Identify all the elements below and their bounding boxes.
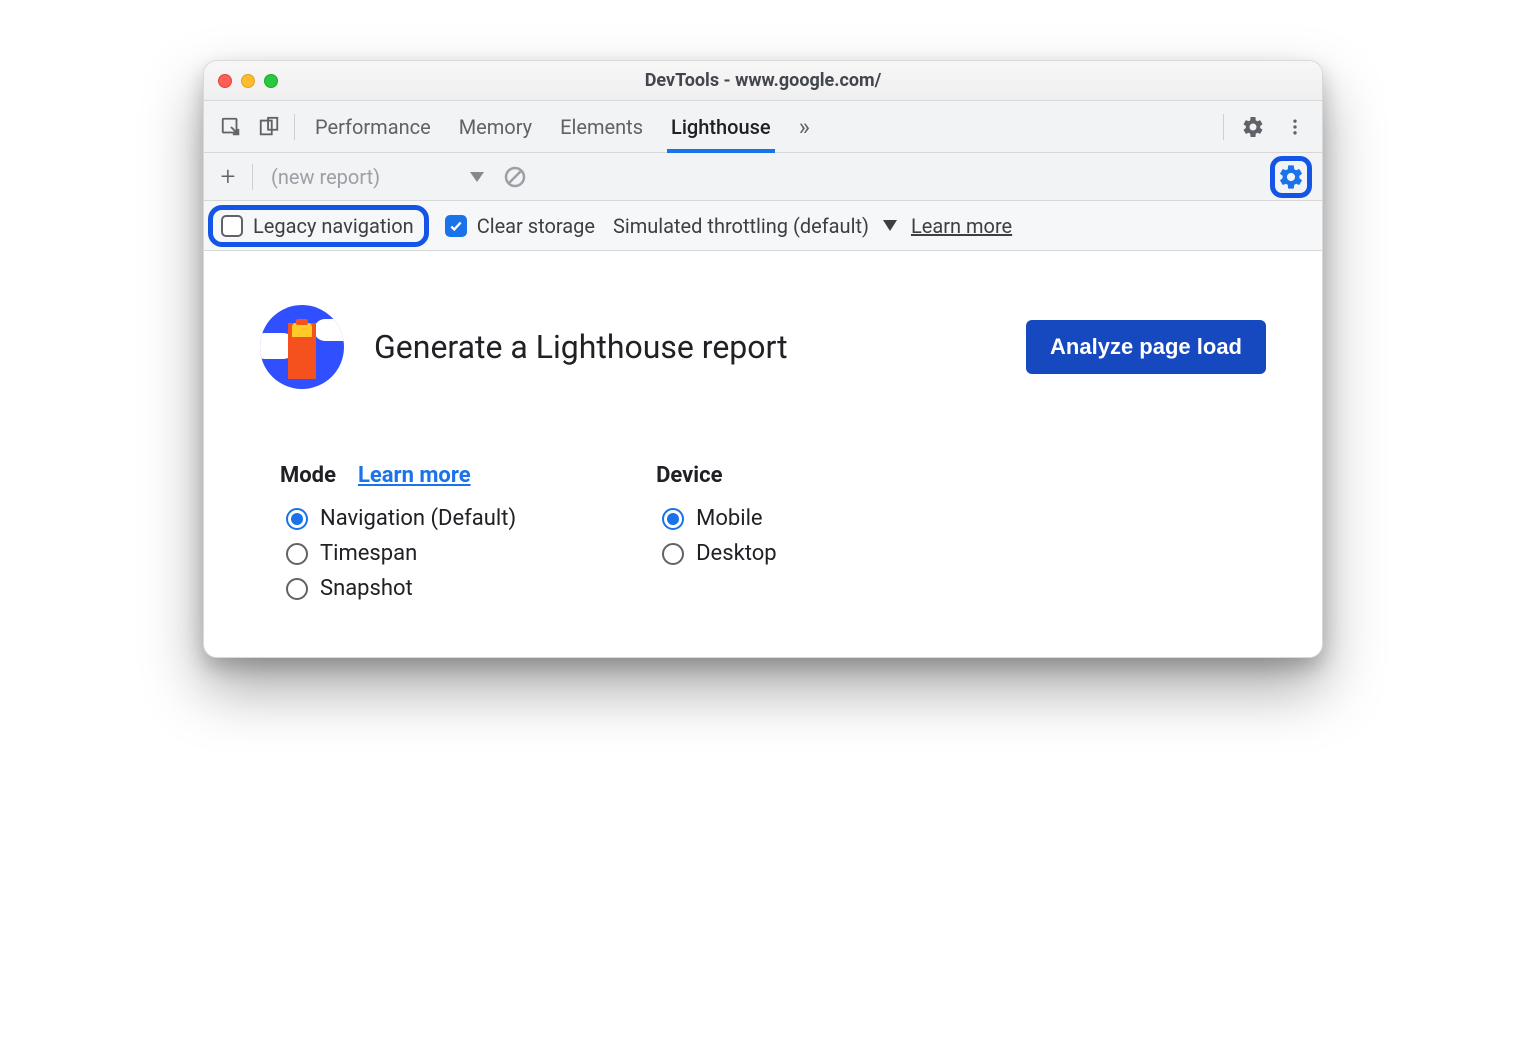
mode-learn-more-link[interactable]: Learn more: [358, 463, 471, 488]
lighthouse-settings-highlight: [1270, 156, 1312, 198]
more-tabs-icon[interactable]: »: [799, 101, 810, 152]
legacy-navigation-highlight: Legacy navigation: [208, 205, 429, 247]
mode-group: Mode Learn more Navigation (Default) Tim…: [280, 463, 516, 609]
lighthouse-settings-icon[interactable]: [1277, 163, 1305, 191]
mode-option-snapshot[interactable]: Snapshot: [286, 576, 516, 601]
device-group: Device Mobile Desktop: [656, 463, 777, 609]
zoom-window-icon[interactable]: [264, 74, 278, 88]
report-select[interactable]: (new report): [265, 165, 490, 189]
chevron-down-icon: [883, 220, 897, 231]
device-option-mobile[interactable]: Mobile: [662, 506, 777, 531]
throttling-label: Simulated throttling (default): [613, 214, 869, 238]
clear-icon[interactable]: [496, 158, 534, 196]
close-window-icon[interactable]: [218, 74, 232, 88]
radio-icon: [662, 543, 684, 565]
window-title: DevTools - www.google.com/: [204, 70, 1322, 91]
radio-icon: [286, 508, 308, 530]
learn-more-link[interactable]: Learn more: [911, 214, 1012, 238]
clear-storage-label: Clear storage: [477, 214, 595, 238]
devtools-window: DevTools - www.google.com/ Performance M…: [203, 60, 1323, 658]
device-option-desktop[interactable]: Desktop: [662, 541, 777, 566]
mode-option-label: Navigation (Default): [320, 506, 516, 531]
mode-option-label: Snapshot: [320, 576, 413, 601]
mode-option-label: Timespan: [320, 541, 417, 566]
mode-option-navigation[interactable]: Navigation (Default): [286, 506, 516, 531]
divider: [252, 164, 253, 190]
radio-icon: [662, 508, 684, 530]
tab-lighthouse[interactable]: Lighthouse: [671, 101, 771, 152]
legacy-navigation-checkbox[interactable]: [221, 215, 243, 237]
device-title: Device: [656, 463, 722, 488]
tab-elements[interactable]: Elements: [560, 101, 643, 152]
device-option-label: Desktop: [696, 541, 777, 566]
device-option-label: Mobile: [696, 506, 762, 531]
lighthouse-panel: Generate a Lighthouse report Analyze pag…: [204, 251, 1322, 657]
tab-memory[interactable]: Memory: [459, 101, 532, 152]
divider: [1223, 114, 1224, 140]
settings-gear-icon[interactable]: [1234, 108, 1272, 146]
analyze-page-load-button[interactable]: Analyze page load: [1026, 320, 1266, 374]
main-toolbar: Performance Memory Elements Lighthouse »: [204, 101, 1322, 153]
panel-title: Generate a Lighthouse report: [374, 328, 996, 366]
new-report-icon[interactable]: +: [210, 162, 246, 192]
lighthouse-options-bar: Legacy navigation Clear storage Simulate…: [204, 201, 1322, 251]
tab-performance[interactable]: Performance: [315, 101, 431, 152]
inspect-element-icon[interactable]: [212, 108, 250, 146]
mode-title: Mode: [280, 463, 336, 488]
panel-tabs: Performance Memory Elements Lighthouse »: [315, 101, 810, 152]
radio-icon: [286, 578, 308, 600]
window-controls: [218, 74, 278, 88]
device-toggle-icon[interactable]: [250, 108, 288, 146]
minimize-window-icon[interactable]: [241, 74, 255, 88]
throttling-select[interactable]: Simulated throttling (default): [613, 214, 897, 238]
report-placeholder: (new report): [271, 165, 380, 189]
legacy-navigation-label: Legacy navigation: [253, 214, 414, 238]
clear-storage-checkbox[interactable]: [445, 215, 467, 237]
chevron-down-icon: [470, 172, 484, 182]
radio-icon: [286, 543, 308, 565]
divider: [294, 114, 295, 140]
kebab-menu-icon[interactable]: [1276, 108, 1314, 146]
report-toolbar: + (new report): [204, 153, 1322, 201]
lighthouse-logo-icon: [260, 305, 344, 389]
mode-option-timespan[interactable]: Timespan: [286, 541, 516, 566]
titlebar: DevTools - www.google.com/: [204, 61, 1322, 101]
